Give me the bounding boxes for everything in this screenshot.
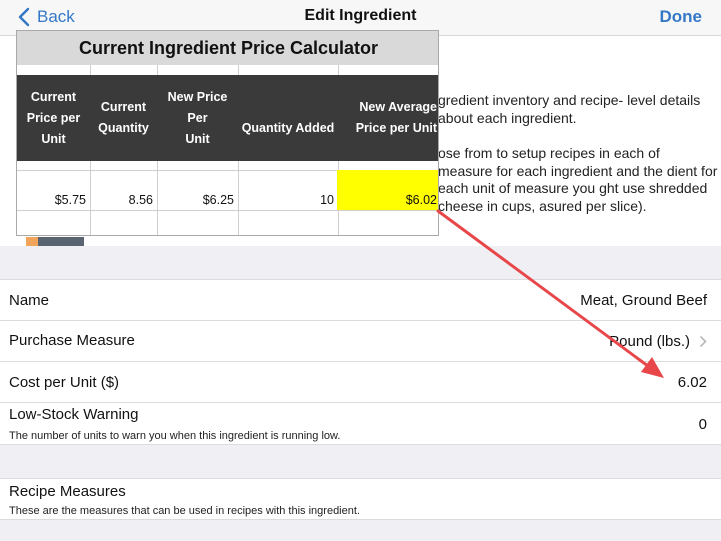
- purchase-measure-row[interactable]: Purchase Measure Pound (lbs.): [0, 321, 721, 362]
- cost-per-unit-label: Cost per Unit ($): [9, 374, 120, 391]
- section-separator: [0, 445, 721, 479]
- recipe-measures-row[interactable]: Recipe Measures These are the measures t…: [0, 478, 721, 520]
- cost-per-unit-row[interactable]: Cost per Unit ($) 6.02: [0, 362, 721, 403]
- grid-line: [338, 65, 339, 75]
- purchase-measure-label: Purchase Measure: [9, 332, 135, 349]
- price-calculator-sheet: Current Ingredient Price Calculator Curr…: [16, 30, 439, 236]
- header-current-price-per-unit: Current Price per Unit: [26, 89, 81, 146]
- grid-line: [90, 65, 91, 75]
- calculator-title: Current Ingredient Price Calculator: [17, 31, 438, 65]
- grid-line: [157, 65, 158, 75]
- value-quantity-added: 10: [320, 193, 334, 207]
- back-label: Back: [37, 7, 75, 26]
- back-button[interactable]: Back: [18, 5, 75, 29]
- low-stock-description: The number of units to warn you when thi…: [9, 430, 341, 442]
- help-paragraph-1: gredient inventory and recipe- level det…: [438, 92, 701, 126]
- done-button[interactable]: Done: [660, 7, 703, 27]
- low-stock-label: Low-Stock Warning: [9, 406, 139, 423]
- chevron-right-icon: [699, 335, 707, 348]
- grid-line: [238, 65, 239, 75]
- name-label: Name: [9, 292, 50, 309]
- value-new-price: $6.25: [202, 193, 234, 207]
- header-new-price-per-unit: New Price Per Unit: [167, 89, 228, 146]
- name-row[interactable]: Name Meat, Ground Beef: [0, 279, 721, 321]
- decorative-strip: [26, 237, 38, 246]
- bottom-background: [0, 520, 721, 541]
- help-text: gredient inventory and recipe- level det…: [438, 92, 718, 233]
- header-current-quantity: Current Quantity: [98, 100, 149, 135]
- low-stock-row[interactable]: Low-Stock Warning The number of units to…: [0, 403, 721, 445]
- low-stock-value[interactable]: 0: [699, 416, 707, 433]
- cost-per-unit-value[interactable]: 6.02: [678, 374, 707, 391]
- recipe-measures-description: These are the measures that can be used …: [9, 505, 360, 517]
- header-new-average-price: New Average Price per Unit: [355, 100, 437, 135]
- recipe-measures-label: Recipe Measures: [9, 483, 126, 500]
- help-paragraph-2: ose from to setup recipes in each of mea…: [438, 145, 718, 214]
- chevron-left-icon: [18, 7, 30, 27]
- name-value[interactable]: Meat, Ground Beef: [580, 292, 707, 309]
- purchase-measure-value: Pound (lbs.): [609, 333, 690, 350]
- value-new-average-price: $6.02: [405, 193, 437, 207]
- header-quantity-added: Quantity Added: [241, 121, 335, 135]
- section-separator: [0, 246, 721, 280]
- value-current-price: $5.75: [54, 193, 86, 207]
- decorative-strip-dark: [38, 237, 84, 246]
- value-current-quantity: 8.56: [128, 193, 153, 207]
- page-title: Edit Ingredient: [304, 7, 417, 24]
